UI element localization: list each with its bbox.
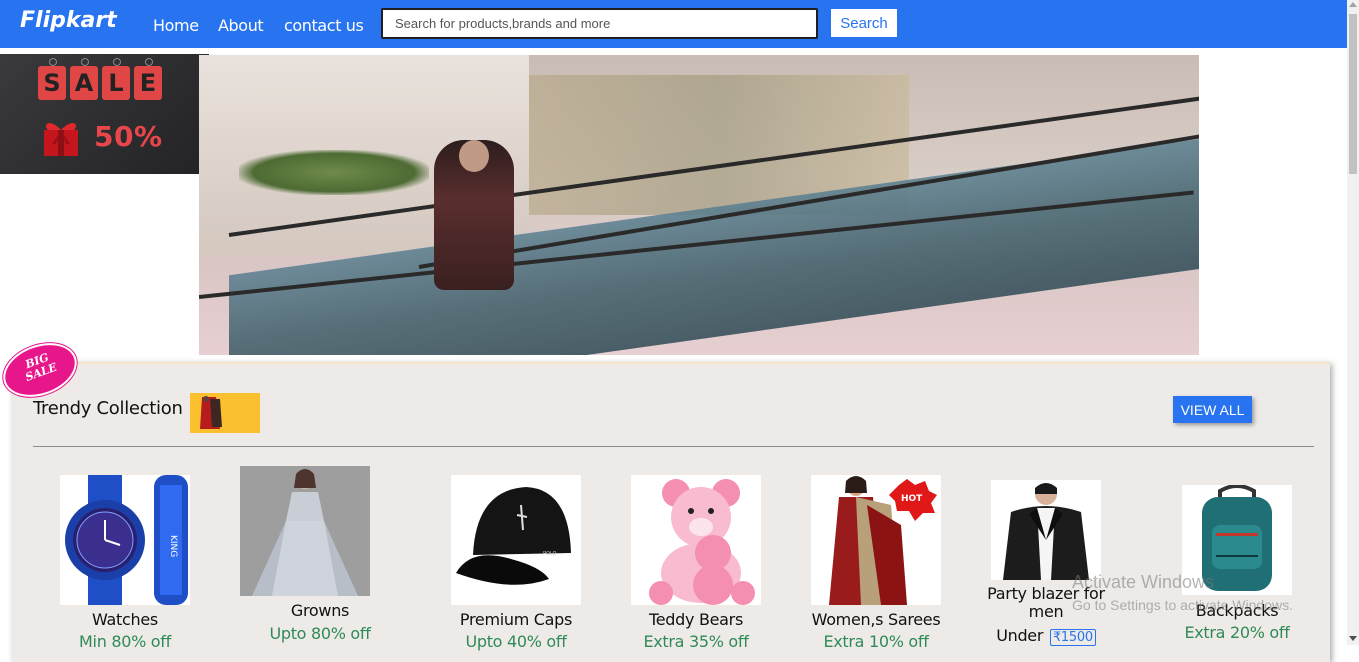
watch-image[interactable]: KING xyxy=(60,475,190,605)
product-name-watches[interactable]: Watches xyxy=(25,610,225,629)
product-name-backpacks[interactable]: Backpacks xyxy=(1137,601,1337,620)
scroll-thumb[interactable] xyxy=(1349,14,1357,174)
sale-percent-text: 50% xyxy=(94,120,163,153)
product-offer-blazer: Under ₹1500 xyxy=(946,626,1146,646)
hero-plant xyxy=(239,150,429,195)
product-offer-blazer-prefix: Under xyxy=(996,626,1044,645)
nav-link-contact[interactable]: contact us xyxy=(284,16,364,35)
product-name-blazer[interactable]: Party blazer for men xyxy=(946,585,1146,621)
sale-banner[interactable]: S A L E 50% xyxy=(0,54,209,174)
blazer-image[interactable] xyxy=(991,480,1101,580)
hot-badge-text: HOT xyxy=(901,494,923,504)
section-divider xyxy=(33,446,1314,447)
backpack-image[interactable] xyxy=(1182,485,1292,595)
product-offer-gowns: Upto 80% off xyxy=(269,624,371,643)
svg-text:KING: KING xyxy=(168,535,178,557)
sale-tag-letter: S xyxy=(38,58,66,100)
trendy-collection-title: Trendy Collection xyxy=(33,398,183,419)
page-scrollbar[interactable] xyxy=(1347,0,1359,645)
search-input[interactable] xyxy=(381,8,818,39)
product-name-caps[interactable]: Premium Caps xyxy=(416,610,616,629)
scroll-down-arrow-icon[interactable] xyxy=(1349,636,1357,641)
product-offer-backpacks: Extra 20% off xyxy=(1184,623,1290,642)
hero-banner-image[interactable] xyxy=(199,55,1199,355)
hero-shopper-head xyxy=(459,140,489,172)
gown-image[interactable] xyxy=(240,466,370,596)
svg-text:POLO: POLO xyxy=(543,551,557,557)
product-name-blazer-line2: men xyxy=(1028,602,1064,621)
search-button[interactable]: Search xyxy=(831,9,897,37)
teddy-bear-image[interactable] xyxy=(631,475,761,605)
flipkart-logo[interactable]: Flipkart xyxy=(20,8,117,33)
product-name-teddy-bears[interactable]: Teddy Bears xyxy=(596,610,796,629)
trendy-thumbnail-image xyxy=(190,393,260,433)
view-all-button[interactable]: VIEW ALL xyxy=(1173,396,1252,423)
big-sale-text: BIG SALE xyxy=(20,350,59,384)
product-name-blazer-line1: Party blazer for xyxy=(987,584,1105,603)
sale-tag-letter: E xyxy=(134,58,162,100)
top-navbar: Flipkart Home About contact us Search xyxy=(0,0,1347,48)
sale-tag-letter: A xyxy=(70,58,98,100)
product-name-gowns[interactable]: Growns xyxy=(220,601,420,620)
saree-image[interactable]: HOT xyxy=(811,475,941,605)
product-offer-watches: Min 80% off xyxy=(79,632,171,651)
nav-link-about[interactable]: About xyxy=(218,16,264,35)
cap-image[interactable]: POLO xyxy=(451,475,581,605)
price-badge: ₹1500 xyxy=(1049,629,1096,646)
scroll-up-arrow-icon[interactable] xyxy=(1349,2,1357,7)
product-offer-caps: Upto 40% off xyxy=(465,632,567,651)
product-offer-teddy-bears: Extra 35% off xyxy=(643,632,749,651)
sale-tag-letter: L xyxy=(102,58,130,100)
nav-link-home[interactable]: Home xyxy=(153,16,199,35)
gift-bow-icon xyxy=(44,123,78,156)
